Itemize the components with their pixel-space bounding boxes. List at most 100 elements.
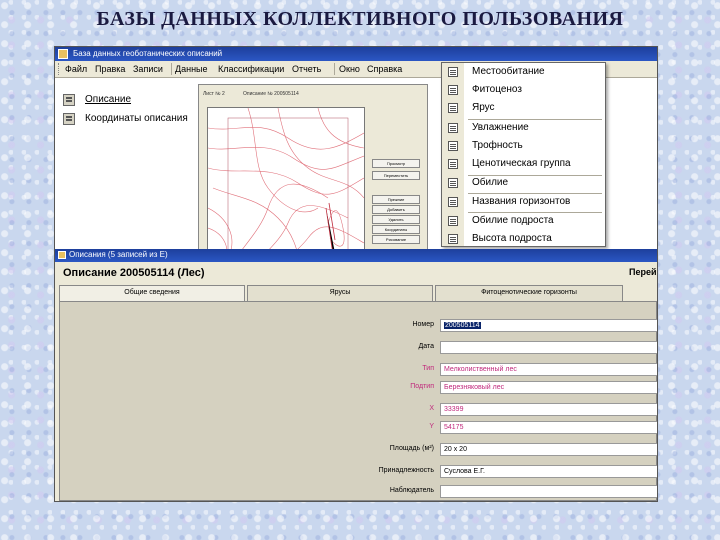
menu-item-phytocenosis[interactable]: Фитоценоз — [442, 82, 605, 99]
menu-window[interactable]: Окно — [339, 64, 360, 74]
table-icon — [448, 216, 458, 226]
date-field[interactable] — [440, 341, 657, 354]
menu-item-label: Фитоценоз — [472, 84, 522, 95]
table-icon — [448, 141, 458, 151]
field-label: Подтип — [410, 383, 434, 390]
menu-item-horizon-names[interactable]: Названия горизонтов — [442, 194, 605, 211]
form-tabs: Общие сведения Ярусы Фитоценотические го… — [59, 285, 657, 302]
drawing-button[interactable]: Рисование — [372, 235, 420, 244]
database-icon — [58, 49, 68, 59]
menu-item-undergrowth-height[interactable]: Высота подроста — [442, 231, 605, 248]
field-label: Наблюдатель — [389, 487, 434, 494]
x-coordinate-field[interactable]: 33399 — [440, 403, 657, 416]
description-number: Описание № 200505114 — [243, 91, 299, 97]
menu-item-label: Ярус — [472, 102, 495, 113]
field-row-type: Тип Мелколиственный лес — [60, 363, 657, 377]
menu-item-label: Обилие подроста — [472, 215, 554, 226]
field-label: Тип — [422, 365, 434, 372]
field-label: Y — [429, 423, 434, 430]
tab-layers[interactable]: Ярусы — [247, 285, 433, 301]
number-field[interactable]: 200505114 — [440, 319, 657, 332]
add-button[interactable]: Добавить — [372, 205, 420, 214]
description-form: Описание 200505114 (Лес) Перей Общие све… — [55, 262, 657, 501]
move-button[interactable]: Переместить — [372, 171, 420, 180]
field-row-observer: Наблюдатель — [60, 485, 657, 499]
records-window-title: Описания (5 записей из E) — [69, 250, 168, 259]
delete-button[interactable]: Удалить — [372, 215, 420, 224]
classification-dropdown-menu: Местообитание Фитоценоз Ярус Увлажнение … — [441, 62, 606, 247]
goto-label[interactable]: Перей — [629, 267, 657, 277]
form-icon — [63, 94, 75, 106]
menu-item-undergrowth-abundance[interactable]: Обилие подроста — [442, 213, 605, 230]
owner-field[interactable]: Суслова Е.Г. — [440, 465, 657, 478]
field-row-y: Y 54175 — [60, 421, 657, 435]
sheet-number: Лист № 2 — [203, 91, 225, 97]
field-row-x: X 33399 — [60, 403, 657, 417]
field-label: Принадлежность — [378, 467, 434, 474]
menu-item-label: Местообитание — [472, 66, 545, 77]
field-label: X — [429, 405, 434, 412]
menu-records[interactable]: Записи — [133, 64, 163, 74]
tab-phytocenotic-horizons[interactable]: Фитоценотические горизонты — [435, 285, 623, 301]
table-icon — [448, 234, 458, 244]
tab-general-info[interactable]: Общие сведения — [59, 285, 245, 302]
app-window: База данных геоботанических описаний Фай… — [54, 46, 658, 502]
general-info-panel: Номер 200505114 Дата Тип Мелколиственный… — [59, 301, 657, 501]
area-field[interactable]: 20 x 20 — [440, 443, 657, 456]
menu-item-label: Трофность — [472, 140, 523, 151]
nav-item-label: Описание — [85, 94, 132, 105]
nav-item-description[interactable]: Описание — [55, 91, 197, 110]
y-coordinate-field[interactable]: 54175 — [440, 421, 657, 434]
table-icon — [448, 67, 458, 77]
field-row-area: Площадь (м²) 20 x 20 — [60, 443, 657, 457]
menu-item-label: Обилие — [472, 177, 509, 188]
field-row-subtype: Подтип Березняковый лес — [60, 381, 657, 395]
menu-file[interactable]: Файл — [65, 64, 87, 74]
type-field[interactable]: Мелколиственный лес — [440, 363, 657, 376]
menu-classifications[interactable]: Классификации — [218, 64, 284, 74]
menu-item-habitat[interactable]: Местообитание — [442, 64, 605, 81]
menu-divider — [171, 63, 172, 75]
coordinates-button[interactable]: Координаты — [372, 225, 420, 234]
nav-item-label: Координаты описания — [85, 113, 188, 124]
field-label: Площадь (м²) — [389, 445, 434, 452]
window-title: База данных геоботанических описаний — [73, 49, 223, 58]
preview-button[interactable]: Просмотр — [372, 159, 420, 168]
menu-item-abundance[interactable]: Обилие — [442, 175, 605, 192]
selected-value: 200505114 — [444, 322, 481, 329]
records-window-titlebar[interactable]: Описания (5 записей из E) — [55, 249, 657, 262]
field-label: Дата — [418, 343, 434, 350]
menu-item-coenotic-group[interactable]: Ценотическая группа — [442, 156, 605, 173]
form-icon — [63, 113, 75, 125]
menu-divider — [334, 63, 335, 75]
menu-data[interactable]: Данные — [175, 64, 208, 74]
menu-item-layer[interactable]: Ярус — [442, 100, 605, 117]
nav-item-coordinates[interactable]: Координаты описания — [55, 110, 197, 129]
menu-item-label: Высота подроста — [472, 233, 552, 244]
subtype-field[interactable]: Березняковый лес — [440, 381, 657, 394]
previous-button[interactable]: Прежние — [372, 195, 420, 204]
table-icon — [448, 178, 458, 188]
field-label: Номер — [412, 321, 434, 328]
form-icon — [58, 251, 66, 259]
menu-grip-icon — [58, 63, 61, 75]
table-icon — [448, 159, 458, 169]
menu-help[interactable]: Справка — [367, 64, 402, 74]
menu-reports[interactable]: Отчеть — [292, 64, 321, 74]
observer-field[interactable] — [440, 485, 657, 498]
menu-item-label: Названия горизонтов — [472, 196, 571, 207]
window-titlebar[interactable]: База данных геоботанических описаний — [55, 47, 657, 61]
menu-item-label: Увлажнение — [472, 122, 529, 133]
table-icon — [448, 123, 458, 133]
menu-item-moisture[interactable]: Увлажнение — [442, 120, 605, 137]
field-row-owner: Принадлежность Суслова Е.Г. — [60, 465, 657, 479]
slide-title: БАЗЫ ДАННЫХ КОЛЛЕКТИВНОГО ПОЛЬЗОВАНИЯ — [96, 8, 624, 30]
menu-item-label: Ценотическая группа — [472, 158, 571, 169]
menu-item-trophicity[interactable]: Трофность — [442, 138, 605, 155]
map-preview-header: Лист № 2 Описание № 200505114 — [203, 89, 423, 101]
menu-edit[interactable]: Правка — [95, 64, 125, 74]
table-icon — [448, 85, 458, 95]
form-heading: Описание 200505114 (Лес) — [63, 267, 205, 279]
table-icon — [448, 103, 458, 113]
form-header: Описание 200505114 (Лес) Перей — [55, 262, 657, 282]
